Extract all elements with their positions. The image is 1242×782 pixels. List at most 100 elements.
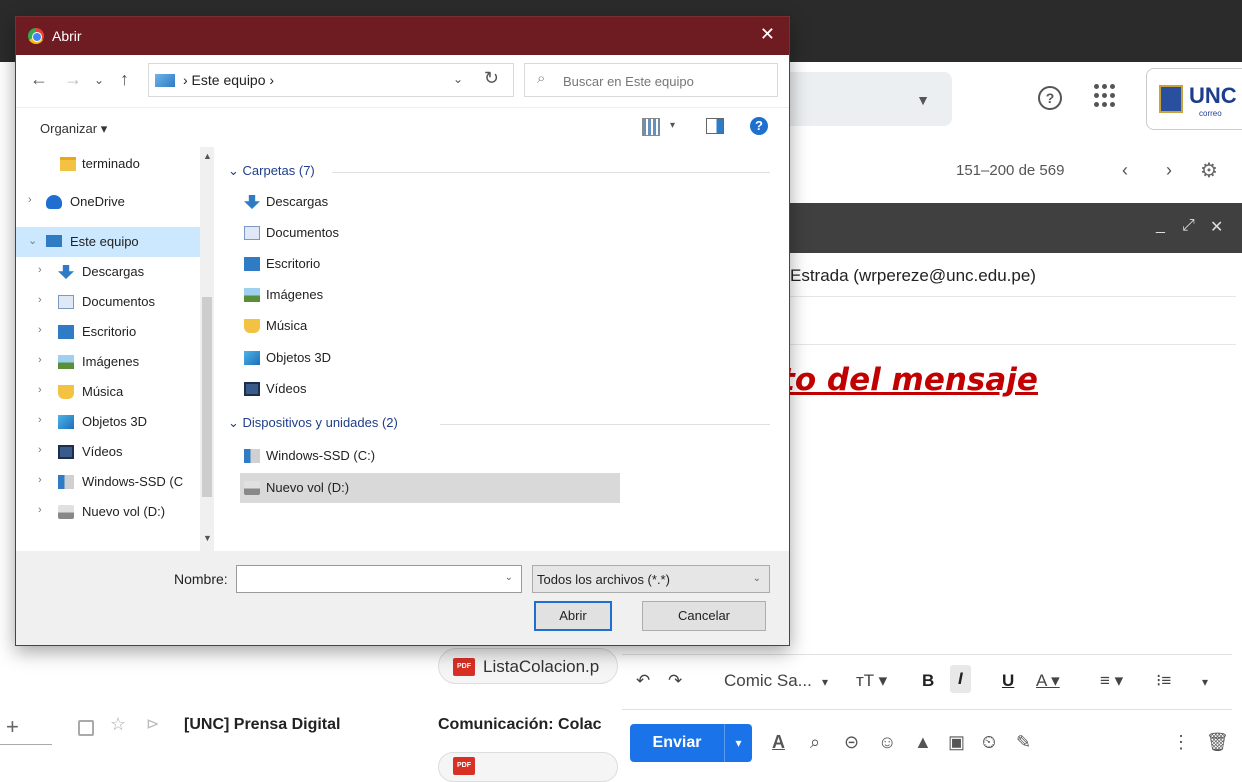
underline-button[interactable]: U [1002, 671, 1014, 691]
older-button[interactable]: ‹ [1122, 160, 1128, 181]
expand-arrow-icon[interactable]: › [28, 194, 32, 206]
file-name-input[interactable] [241, 570, 491, 588]
insert-link-icon[interactable]: ⊝ [844, 732, 859, 753]
nav-item-este-equipo[interactable]: ⌄ Este equipo [16, 227, 204, 257]
apps-grid-icon[interactable] [1094, 84, 1118, 108]
expand-arrow-icon[interactable]: › [38, 384, 42, 396]
nav-item-objetos-3d[interactable]: › Objetos 3D [16, 407, 204, 437]
star-icon[interactable]: ☆ [110, 714, 126, 735]
search-options-icon[interactable]: ▼ [916, 92, 930, 108]
gear-icon[interactable]: ⚙ [1200, 158, 1218, 183]
back-icon[interactable]: ← [30, 69, 48, 90]
folders-group-header[interactable]: ⌄ Carpetas (7) [228, 163, 770, 183]
drive-item-windows-ssd[interactable]: Windows-SSD (C:) [240, 441, 620, 471]
formatting-options-icon[interactable]: A [772, 732, 785, 753]
view-options-icon[interactable]: ▾ [670, 120, 675, 131]
nav-item-musica[interactable]: › Música [16, 377, 204, 407]
help-icon[interactable]: ? [1038, 86, 1062, 110]
nav-item-nuevo-vol[interactable]: › Nuevo vol (D:) [16, 497, 204, 527]
collapse-arrow-icon[interactable]: ⌄ [28, 234, 37, 247]
expand-arrow-icon[interactable]: › [38, 354, 42, 366]
font-select[interactable]: Comic Sa... [724, 671, 812, 691]
folder-item-videos[interactable]: Vídeos [240, 374, 620, 404]
send-options-button[interactable]: ▾ [724, 724, 752, 762]
email-list-row[interactable]: + ☆ ⊳ [UNC] Prensa Digital Comunicación:… [0, 700, 622, 762]
expand-icon[interactable]: ⤢ [1182, 217, 1195, 235]
nav-item-windows-ssd[interactable]: › Windows-SSD (C [16, 467, 204, 497]
send-button[interactable]: Enviar [630, 724, 724, 762]
plus-icon[interactable]: + [6, 714, 19, 740]
text-color-button[interactable]: A ▾ [1036, 671, 1060, 691]
attachment-chip[interactable]: PDF ListaColacion.p [438, 648, 618, 684]
nav-pane-scrollbar[interactable]: ▲ ▼ [200, 147, 214, 551]
expand-arrow-icon[interactable]: › [38, 504, 42, 516]
search-box[interactable]: ⌕ [524, 63, 778, 97]
unc-logo[interactable]: UNC correo [1146, 68, 1242, 130]
search-input[interactable] [563, 70, 769, 92]
nav-item-videos[interactable]: › Vídeos [16, 437, 204, 467]
search-bar[interactable]: ▼ [786, 72, 952, 126]
open-button[interactable]: Abrir [534, 601, 612, 631]
folder-item-escritorio[interactable]: Escritorio [240, 249, 620, 279]
undo-icon[interactable]: ↶ [636, 671, 650, 691]
breadcrumb[interactable]: › Este equipo › [183, 72, 274, 88]
chevron-down-icon[interactable]: ⌄ [453, 72, 463, 86]
expand-arrow-icon[interactable]: › [38, 294, 42, 306]
folder-item-imagenes[interactable]: Imágenes [240, 280, 620, 310]
expand-arrow-icon[interactable]: › [38, 414, 42, 426]
folder-item-objetos-3d[interactable]: Objetos 3D [240, 343, 620, 373]
dialog-title-bar[interactable]: Abrir ✕ [16, 17, 789, 55]
nav-item-onedrive[interactable]: › OneDrive [16, 187, 204, 217]
change-view-icon[interactable] [642, 118, 660, 136]
text-size-icon[interactable]: тT ▾ [856, 671, 887, 691]
up-folder-icon[interactable]: ↑ [120, 69, 129, 90]
insert-photo-icon[interactable]: ▣ [948, 732, 965, 753]
address-bar[interactable]: › Este equipo › ⌄ ↻ [148, 63, 514, 97]
folder-item-documentos[interactable]: Documentos [240, 218, 620, 248]
signature-icon[interactable]: ✎ [1016, 732, 1031, 753]
cancel-button[interactable]: Cancelar [642, 601, 766, 631]
expand-arrow-icon[interactable]: › [38, 474, 42, 486]
newer-button[interactable]: › [1166, 160, 1172, 181]
more-formatting-icon[interactable]: ▾ [1202, 675, 1208, 689]
folder-item-descargas[interactable]: Descargas [240, 187, 620, 217]
file-type-select[interactable]: Todos los archivos (*.*) ⌄ [532, 565, 770, 593]
folder-item-musica[interactable]: Música [240, 311, 620, 341]
nav-item-documentos[interactable]: › Documentos [16, 287, 204, 317]
nav-item-terminado[interactable]: terminado [16, 149, 204, 179]
nav-item-descargas[interactable]: › Descargas [16, 257, 204, 287]
redo-icon[interactable]: ↷ [668, 671, 682, 691]
refresh-icon[interactable]: ↻ [484, 68, 499, 89]
recipient-chip[interactable]: Estrada (wrpereze@unc.edu.pe) [790, 266, 1036, 286]
minimize-icon[interactable]: _ [1156, 217, 1165, 235]
close-icon[interactable]: ✕ [760, 24, 775, 45]
italic-button[interactable]: I [950, 665, 971, 693]
numbered-list-icon[interactable]: ⁝≡ [1156, 671, 1171, 691]
collapse-arrow-icon[interactable]: ⌄ [228, 415, 243, 430]
important-marker-icon[interactable]: ⊳ [146, 714, 159, 734]
recent-locations-icon[interactable]: ⌄ [94, 73, 104, 87]
scroll-down-icon[interactable]: ▼ [203, 533, 212, 543]
help-icon[interactable]: ? [750, 117, 768, 135]
chevron-down-icon[interactable]: ⌄ [505, 572, 513, 583]
close-icon[interactable]: ✕ [1210, 217, 1223, 237]
more-options-icon[interactable]: ⋮ [1172, 732, 1190, 753]
trash-icon[interactable]: 🗑 [1206, 732, 1229, 753]
nav-item-escritorio[interactable]: › Escritorio [16, 317, 204, 347]
scrollbar-thumb[interactable] [202, 297, 212, 497]
nav-item-imagenes[interactable]: › Imágenes [16, 347, 204, 377]
drive-item-nuevo-vol[interactable]: Nuevo vol (D:) [240, 473, 620, 503]
file-name-combobox[interactable]: ⌄ [236, 565, 522, 593]
align-button[interactable]: ≡ ▾ [1100, 671, 1123, 691]
expand-arrow-icon[interactable]: › [38, 264, 42, 276]
chevron-down-icon[interactable]: ⌄ [753, 573, 761, 584]
organize-menu[interactable]: Organizar ▾ [40, 121, 107, 137]
font-dropdown-icon[interactable]: ▾ [822, 675, 828, 689]
bold-button[interactable]: B [922, 671, 934, 691]
expand-arrow-icon[interactable]: › [38, 444, 42, 456]
expand-arrow-icon[interactable]: › [38, 324, 42, 336]
drive-icon[interactable]: ▲ [914, 732, 932, 753]
scroll-up-icon[interactable]: ▲ [203, 151, 212, 161]
emoji-icon[interactable]: ☺ [878, 732, 896, 753]
attach-file-icon[interactable]: ⌕ [810, 732, 820, 753]
